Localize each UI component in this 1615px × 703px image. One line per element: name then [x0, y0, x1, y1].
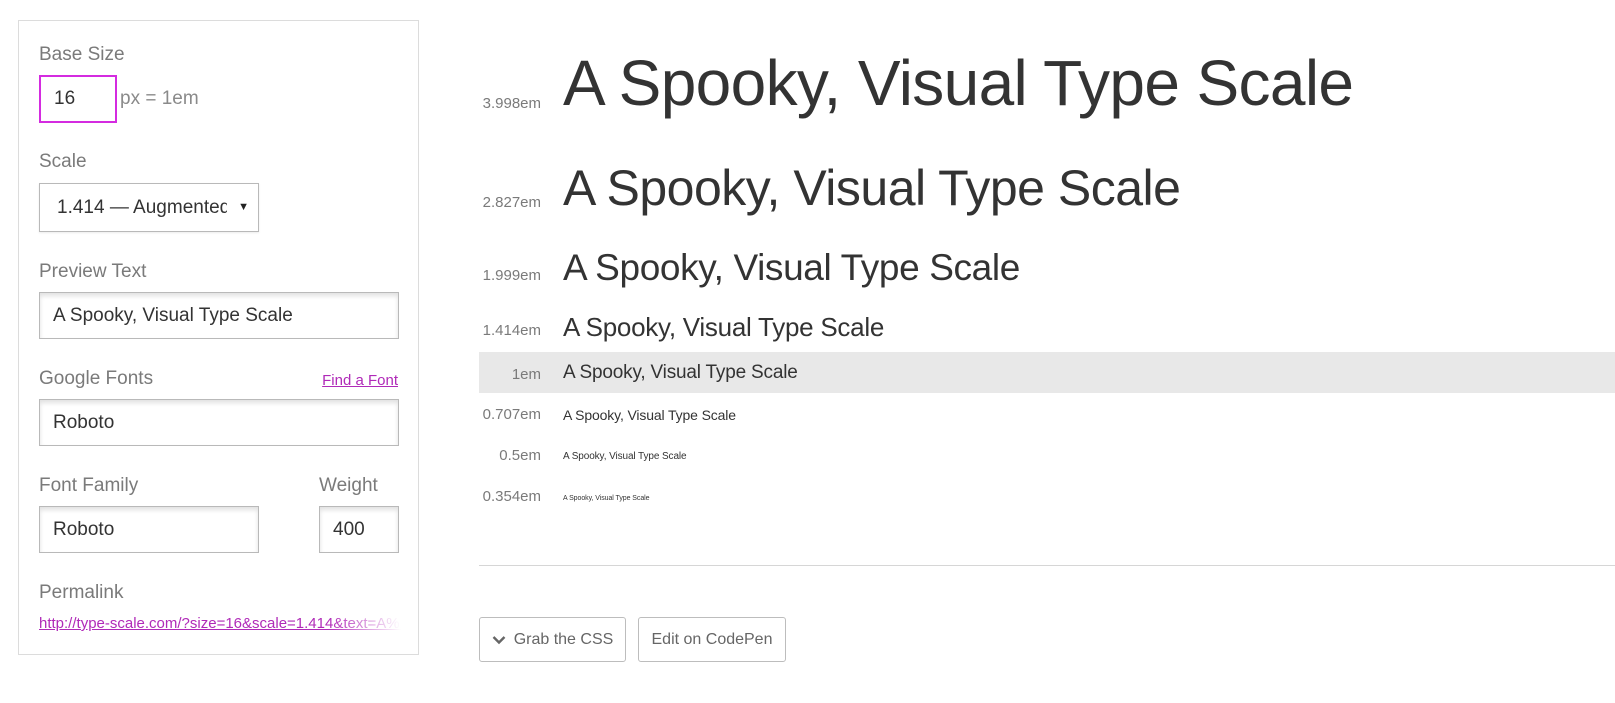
sample-text: A Spooky, Visual Type Scale: [563, 451, 687, 462]
grab-css-label: Grab the CSS: [513, 630, 614, 648]
scale-row: 1.414em A Spooky, Visual Type Scale: [479, 310, 1615, 346]
scale-row: 1.999em A Spooky, Visual Type Scale: [479, 243, 1615, 291]
scale-selected-value: 1.414 — Augmented Fourth: [57, 196, 227, 218]
sample-text: A Spooky, Visual Type Scale: [563, 312, 885, 342]
scale-row-base: 1em A Spooky, Visual Type Scale: [479, 352, 1615, 393]
scale-step-em: 0.5em: [499, 447, 541, 464]
sample-text: A Spooky, Visual Type Scale: [563, 160, 1181, 216]
grab-css-button[interactable]: Grab the CSS: [479, 617, 626, 662]
permalink-label: Permalink: [39, 582, 124, 603]
edit-on-codepen-button[interactable]: Edit on CodePen: [638, 617, 786, 662]
google-fonts-input[interactable]: [39, 399, 399, 446]
sample-text: A Spooky, Visual Type Scale: [563, 247, 1020, 288]
scale-row: 0.354em A Spooky, Visual Type Scale: [479, 485, 1615, 511]
scale-row: 0.5em A Spooky, Visual Type Scale: [479, 443, 1615, 471]
settings-panel: Base Size px = 1em Scale 1.414 — Augment…: [18, 20, 419, 655]
sample-text: A Spooky, Visual Type Scale: [563, 495, 650, 502]
divider: [479, 565, 1615, 566]
chevron-down-icon: [492, 635, 506, 645]
scale-select[interactable]: 1.414 — Augmented Fourth ▼: [39, 183, 259, 232]
weight-input[interactable]: [319, 506, 399, 553]
google-fonts-label: Google Fonts: [39, 368, 154, 389]
scale-row: 3.998em A Spooky, Visual Type Scale: [479, 40, 1615, 128]
font-family-input[interactable]: [39, 506, 259, 553]
scale-step-em: 3.998em: [482, 95, 541, 112]
type-scale-preview: 3.998em A Spooky, Visual Type Scale 2.82…: [479, 0, 1615, 703]
scale-step-em: 1em: [511, 366, 541, 383]
preview-text-label: Preview Text: [39, 261, 147, 282]
permalink-link[interactable]: http://type-scale.com/?size=16&scale=1.4…: [39, 615, 401, 632]
caret-down-icon: ▼: [238, 201, 249, 213]
base-size-input[interactable]: [39, 75, 117, 123]
scale-row: 2.827em A Spooky, Visual Type Scale: [479, 155, 1615, 221]
preview-text-input[interactable]: [39, 292, 399, 339]
sample-text: A Spooky, Visual Type Scale: [563, 407, 736, 423]
base-size-unit-note: px = 1em: [120, 88, 199, 109]
weight-label: Weight: [319, 475, 378, 496]
scale-label: Scale: [39, 151, 87, 172]
scale-step-em: 1.414em: [482, 322, 541, 339]
find-a-font-link[interactable]: Find a Font: [322, 372, 398, 389]
font-family-label: Font Family: [39, 475, 139, 496]
scale-step-em: 0.707em: [482, 406, 541, 423]
sample-text: A Spooky, Visual Type Scale: [563, 47, 1354, 119]
sample-text: A Spooky, Visual Type Scale: [563, 362, 798, 383]
scale-step-em: 1.999em: [482, 267, 541, 284]
base-size-label: Base Size: [39, 44, 125, 65]
edit-on-codepen-label: Edit on CodePen: [651, 630, 773, 648]
scale-step-em: 2.827em: [482, 194, 541, 211]
scale-row: 0.707em A Spooky, Visual Type Scale: [479, 400, 1615, 430]
scale-step-em: 0.354em: [482, 488, 541, 505]
